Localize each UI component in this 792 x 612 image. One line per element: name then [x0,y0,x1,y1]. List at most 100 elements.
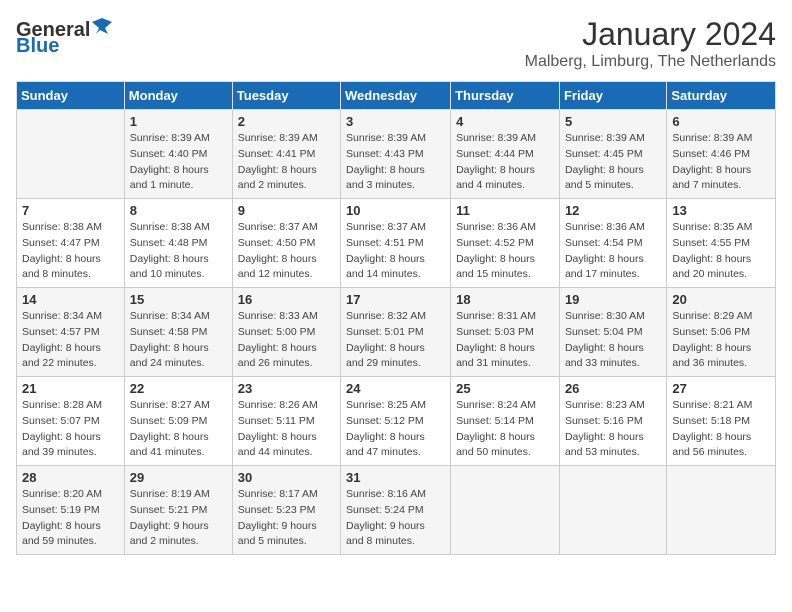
day-info: Sunrise: 8:19 AMSunset: 5:21 PMDaylight:… [130,487,227,550]
calendar-cell: 5Sunrise: 8:39 AMSunset: 4:45 PMDaylight… [559,110,666,199]
calendar-cell: 16 Sunrise: 8:33 AMSunset: 5:00 PMDayligh… [232,288,340,377]
day-number: 8 [130,203,227,218]
calendar-cell: 6 Sunrise: 8:39 AMSunset: 4:46 PMDaylight… [667,110,776,199]
header-friday: Friday [559,82,666,110]
day-info: Sunrise: 8:39 AMSunset: 4:40 PMDaylight:… [130,131,227,194]
day-info: Sunrise: 8:33 AMSunset: 5:00 PMDaylight:… [238,309,335,372]
calendar-table: SundayMondayTuesdayWednesdayThursdayFrid… [16,81,776,555]
day-number: 6 [672,114,770,129]
calendar-cell: 28 Sunrise: 8:20 AMSunset: 5:19 PMDayligh… [17,466,125,555]
calendar-cell [451,466,560,555]
logo: General Blue General Blue [16,16,112,56]
day-info: Sunrise: 8:20 AMSunset: 5:19 PMDaylight:… [22,487,119,550]
calendar-header: SundayMondayTuesdayWednesdayThursdayFrid… [17,82,776,110]
logo-bird-icon [92,16,112,36]
day-info: Sunrise: 8:39 AMSunset: 4:45 PMDaylight:… [565,131,661,194]
calendar-cell: 11 Sunrise: 8:36 AMSunset: 4:52 PMDayligh… [451,199,560,288]
calendar-cell [559,466,666,555]
day-info: Sunrise: 8:27 AMSunset: 5:09 PMDaylight:… [130,398,227,461]
calendar-cell: 26Sunrise: 8:23 AMSunset: 5:16 PMDayligh… [559,377,666,466]
day-info: Sunrise: 8:38 AMSunset: 4:47 PMDaylight:… [22,220,119,283]
day-info: Sunrise: 8:39 AMSunset: 4:43 PMDaylight:… [346,131,445,194]
day-number: 7 [22,203,119,218]
calendar-week-row: 21Sunrise: 8:28 AMSunset: 5:07 PMDayligh… [17,377,776,466]
header-sunday: Sunday [17,82,125,110]
day-number: 20 [672,292,770,307]
calendar-week-row: 28 Sunrise: 8:20 AMSunset: 5:19 PMDayligh… [17,466,776,555]
calendar-cell [17,110,125,199]
calendar-cell: 3 Sunrise: 8:39 AMSunset: 4:43 PMDaylight… [341,110,451,199]
day-number: 4 [456,114,554,129]
calendar-week-row: 14Sunrise: 8:34 AMSunset: 4:57 PMDayligh… [17,288,776,377]
day-info: Sunrise: 8:31 AMSunset: 5:03 PMDaylight:… [456,309,554,372]
calendar-cell: 9 Sunrise: 8:37 AMSunset: 4:50 PMDaylight… [232,199,340,288]
calendar-cell: 15Sunrise: 8:34 AMSunset: 4:58 PMDayligh… [124,288,232,377]
day-info: Sunrise: 8:21 AMSunset: 5:18 PMDaylight:… [672,398,770,461]
day-number: 21 [22,381,119,396]
day-info: Sunrise: 8:39 AMSunset: 4:46 PMDaylight:… [672,131,770,194]
calendar-cell: 7 Sunrise: 8:38 AMSunset: 4:47 PMDaylight… [17,199,125,288]
month-title: January 2024 [525,16,776,53]
day-number: 29 [130,470,227,485]
calendar-cell: 21Sunrise: 8:28 AMSunset: 5:07 PMDayligh… [17,377,125,466]
day-number: 11 [456,203,554,218]
day-info: Sunrise: 8:29 AMSunset: 5:06 PMDaylight:… [672,309,770,372]
calendar-cell: 24Sunrise: 8:25 AMSunset: 5:12 PMDayligh… [341,377,451,466]
calendar-cell: 17 Sunrise: 8:32 AMSunset: 5:01 PMDayligh… [341,288,451,377]
calendar-cell: 2Sunrise: 8:39 AMSunset: 4:41 PMDaylight… [232,110,340,199]
day-info: Sunrise: 8:36 AMSunset: 4:54 PMDaylight:… [565,220,661,283]
calendar-cell: 14Sunrise: 8:34 AMSunset: 4:57 PMDayligh… [17,288,125,377]
day-number: 17 [346,292,445,307]
day-number: 13 [672,203,770,218]
day-number: 1 [130,114,227,129]
day-info: Sunrise: 8:26 AMSunset: 5:11 PMDaylight:… [238,398,335,461]
calendar-cell: 18 Sunrise: 8:31 AMSunset: 5:03 PMDayligh… [451,288,560,377]
header-wednesday: Wednesday [341,82,451,110]
calendar-cell: 13 Sunrise: 8:35 AMSunset: 4:55 PMDayligh… [667,199,776,288]
day-number: 9 [238,203,335,218]
location-title: Malberg, Limburg, The Netherlands [525,53,776,71]
title-section: January 2024 Malberg, Limburg, The Nethe… [525,16,776,71]
day-info: Sunrise: 8:37 AMSunset: 4:50 PMDaylight:… [238,220,335,283]
calendar-cell: 23 Sunrise: 8:26 AMSunset: 5:11 PMDayligh… [232,377,340,466]
day-number: 16 [238,292,335,307]
day-number: 3 [346,114,445,129]
day-info: Sunrise: 8:38 AMSunset: 4:48 PMDaylight:… [130,220,227,283]
day-number: 22 [130,381,227,396]
day-info: Sunrise: 8:17 AMSunset: 5:23 PMDaylight:… [238,487,335,550]
calendar-cell: 12 Sunrise: 8:36 AMSunset: 4:54 PMDayligh… [559,199,666,288]
calendar-cell: 1 Sunrise: 8:39 AMSunset: 4:40 PMDaylight… [124,110,232,199]
day-info: Sunrise: 8:35 AMSunset: 4:55 PMDaylight:… [672,220,770,283]
calendar-cell [667,466,776,555]
day-info: Sunrise: 8:39 AMSunset: 4:41 PMDaylight:… [238,131,335,194]
header-thursday: Thursday [451,82,560,110]
calendar-cell: 19 Sunrise: 8:30 AMSunset: 5:04 PMDayligh… [559,288,666,377]
calendar-cell: 10Sunrise: 8:37 AMSunset: 4:51 PMDayligh… [341,199,451,288]
day-info: Sunrise: 8:23 AMSunset: 5:16 PMDaylight:… [565,398,661,461]
calendar-week-row: 1 Sunrise: 8:39 AMSunset: 4:40 PMDaylight… [17,110,776,199]
day-number: 31 [346,470,445,485]
calendar-week-row: 7 Sunrise: 8:38 AMSunset: 4:47 PMDaylight… [17,199,776,288]
day-number: 18 [456,292,554,307]
day-number: 28 [22,470,119,485]
day-info: Sunrise: 8:36 AMSunset: 4:52 PMDaylight:… [456,220,554,283]
day-info: Sunrise: 8:32 AMSunset: 5:01 PMDaylight:… [346,309,445,372]
day-info: Sunrise: 8:30 AMSunset: 5:04 PMDaylight:… [565,309,661,372]
day-number: 19 [565,292,661,307]
header-row: SundayMondayTuesdayWednesdayThursdayFrid… [17,82,776,110]
header-monday: Monday [124,82,232,110]
day-number: 23 [238,381,335,396]
calendar-cell: 31 Sunrise: 8:16 AMSunset: 5:24 PMDayligh… [341,466,451,555]
day-number: 10 [346,203,445,218]
day-number: 27 [672,381,770,396]
page-header: General Blue General Blue January 2024 M… [16,16,776,71]
calendar-cell: 4 Sunrise: 8:39 AMSunset: 4:44 PMDaylight… [451,110,560,199]
day-number: 12 [565,203,661,218]
day-info: Sunrise: 8:34 AMSunset: 4:57 PMDaylight:… [22,309,119,372]
day-number: 24 [346,381,445,396]
day-info: Sunrise: 8:16 AMSunset: 5:24 PMDaylight:… [346,487,445,550]
calendar-cell: 30Sunrise: 8:17 AMSunset: 5:23 PMDayligh… [232,466,340,555]
calendar-cell: 29 Sunrise: 8:19 AMSunset: 5:21 PMDayligh… [124,466,232,555]
calendar-body: 1 Sunrise: 8:39 AMSunset: 4:40 PMDaylight… [17,110,776,555]
day-info: Sunrise: 8:39 AMSunset: 4:44 PMDaylight:… [456,131,554,194]
